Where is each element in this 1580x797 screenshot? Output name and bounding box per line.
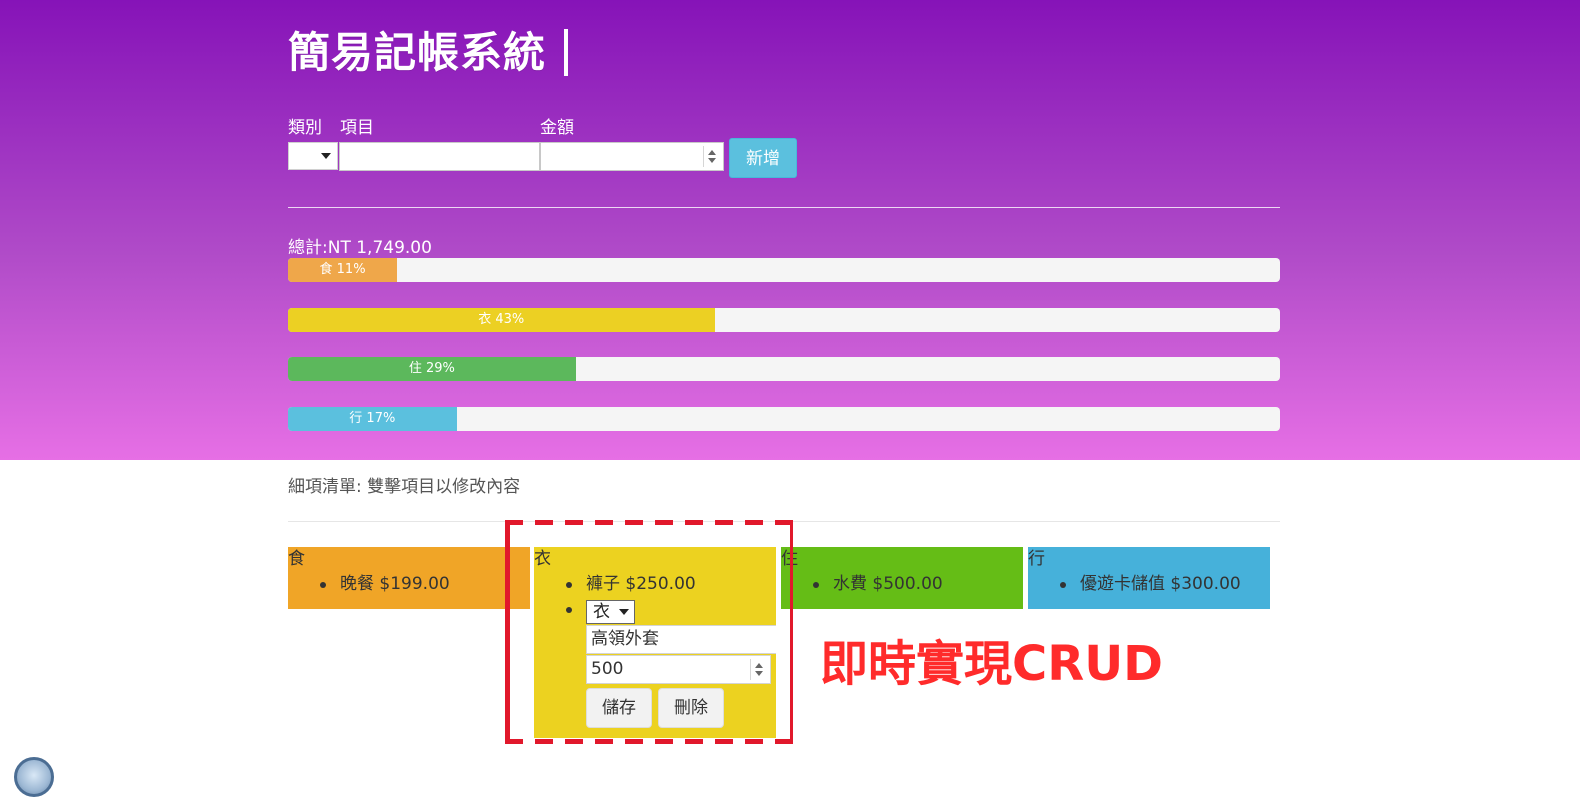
- crud-annotation: 即時實現CRUD: [820, 636, 1164, 692]
- transport-category-panel: 行 優遊卡儲值 $300.00: [1028, 547, 1270, 609]
- housing-list-item[interactable]: 水費 $500.00: [781, 572, 1023, 597]
- page-title: 簡易記帳系統: [288, 27, 547, 77]
- item-label: 項目: [340, 118, 374, 138]
- food-list-item[interactable]: 晚餐 $199.00: [288, 572, 530, 597]
- transport-item-list: 優遊卡儲值 $300.00: [1028, 572, 1270, 597]
- food-progress-fill: 食 11%: [288, 258, 398, 282]
- amount-input[interactable]: [540, 142, 724, 171]
- item-input[interactable]: [339, 142, 540, 171]
- transport-progress-bar: 行 17%: [288, 407, 1280, 431]
- bullet-icon: [1060, 582, 1066, 588]
- browser-logo-icon: [14, 757, 54, 797]
- housing-category-name: 住: [781, 549, 798, 569]
- food-progress-bar: 食 11%: [288, 258, 1280, 282]
- transport-item-text: 優遊卡儲值 $300.00: [1080, 574, 1241, 594]
- category-select[interactable]: [288, 142, 338, 170]
- chevron-down-icon: [321, 153, 331, 159]
- food-category-name: 食: [288, 549, 305, 569]
- summary-divider: [288, 207, 1280, 208]
- housing-category-panel: 住 水費 $500.00: [781, 547, 1023, 609]
- title-cursor: [564, 29, 569, 76]
- add-button[interactable]: 新增: [729, 138, 797, 178]
- detail-list-title: 細項清單: 雙擊項目以修改內容: [288, 477, 521, 497]
- total-summary: 總計:NT 1,749.00: [288, 233, 432, 258]
- clothing-progress-bar: 衣 43%: [288, 308, 1280, 332]
- total-value: NT 1,749.00: [327, 238, 432, 258]
- transport-progress-fill: 行 17%: [288, 407, 457, 431]
- transport-category-name: 行: [1028, 549, 1045, 569]
- bullet-icon: [320, 582, 326, 588]
- category-label: 類別: [288, 118, 322, 138]
- housing-item-text: 水費 $500.00: [833, 574, 943, 594]
- housing-item-list: 水費 $500.00: [781, 572, 1023, 597]
- housing-progress-fill: 住 29%: [288, 357, 576, 381]
- food-item-text: 晚餐 $199.00: [340, 574, 450, 594]
- food-category-panel: 食 晚餐 $199.00: [288, 547, 530, 609]
- number-spinner-icon[interactable]: [703, 146, 720, 167]
- housing-progress-bar: 住 29%: [288, 357, 1280, 381]
- clothing-progress-fill: 衣 43%: [288, 308, 715, 332]
- entry-form: 新增: [288, 138, 808, 178]
- amount-label: 金額: [540, 118, 574, 138]
- title-row: 簡易記帳系統: [288, 25, 1280, 80]
- crud-highlight-frame: [505, 520, 795, 744]
- total-label: 總計:: [288, 238, 328, 258]
- spinner-down-icon[interactable]: [708, 158, 716, 163]
- food-item-list: 晚餐 $199.00: [288, 572, 530, 597]
- transport-list-item[interactable]: 優遊卡儲值 $300.00: [1028, 572, 1270, 597]
- bullet-icon: [813, 582, 819, 588]
- spinner-up-icon[interactable]: [708, 150, 716, 155]
